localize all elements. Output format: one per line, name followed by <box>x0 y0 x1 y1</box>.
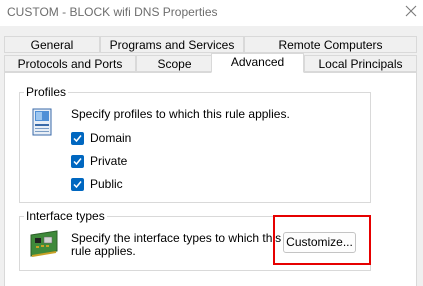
private-checkbox[interactable] <box>71 155 84 168</box>
tab-advanced[interactable]: Advanced <box>211 53 304 73</box>
interface-types-description-line1: Specify the interface types to which thi… <box>71 231 282 245</box>
tab-general[interactable]: General <box>4 36 100 53</box>
close-icon <box>405 5 417 17</box>
profiles-description: Specify profiles to which this rule appl… <box>71 107 290 121</box>
domain-label: Domain <box>90 131 132 145</box>
tab-remote-computers[interactable]: Remote Computers <box>244 36 417 53</box>
private-label: Private <box>90 154 128 168</box>
window-title: CUSTOM - BLOCK wifi DNS Properties <box>7 5 218 19</box>
tab-scope[interactable]: Scope <box>136 55 213 72</box>
interface-types-description-line2: rule applies. <box>71 244 136 258</box>
title-bar: CUSTOM - BLOCK wifi DNS Properties <box>0 0 423 26</box>
interface-types-group-title: Interface types <box>24 209 107 223</box>
checkmark-icon <box>73 181 82 189</box>
close-button[interactable] <box>399 0 423 24</box>
public-checkbox[interactable] <box>71 178 84 191</box>
highlight-box <box>273 215 371 265</box>
profiles-computer-icon <box>31 108 53 138</box>
profiles-group-title: Profiles <box>24 85 69 99</box>
domain-checkbox[interactable] <box>71 132 84 145</box>
public-label: Public <box>90 177 123 191</box>
tab-local-principals[interactable]: Local Principals <box>304 55 417 72</box>
tab-protocols-and-ports[interactable]: Protocols and Ports <box>4 55 136 72</box>
checkmark-icon <box>73 158 82 166</box>
tab-programs-and-services[interactable]: Programs and Services <box>100 36 244 53</box>
checkmark-icon <box>73 135 82 143</box>
network-card-icon <box>28 229 60 259</box>
